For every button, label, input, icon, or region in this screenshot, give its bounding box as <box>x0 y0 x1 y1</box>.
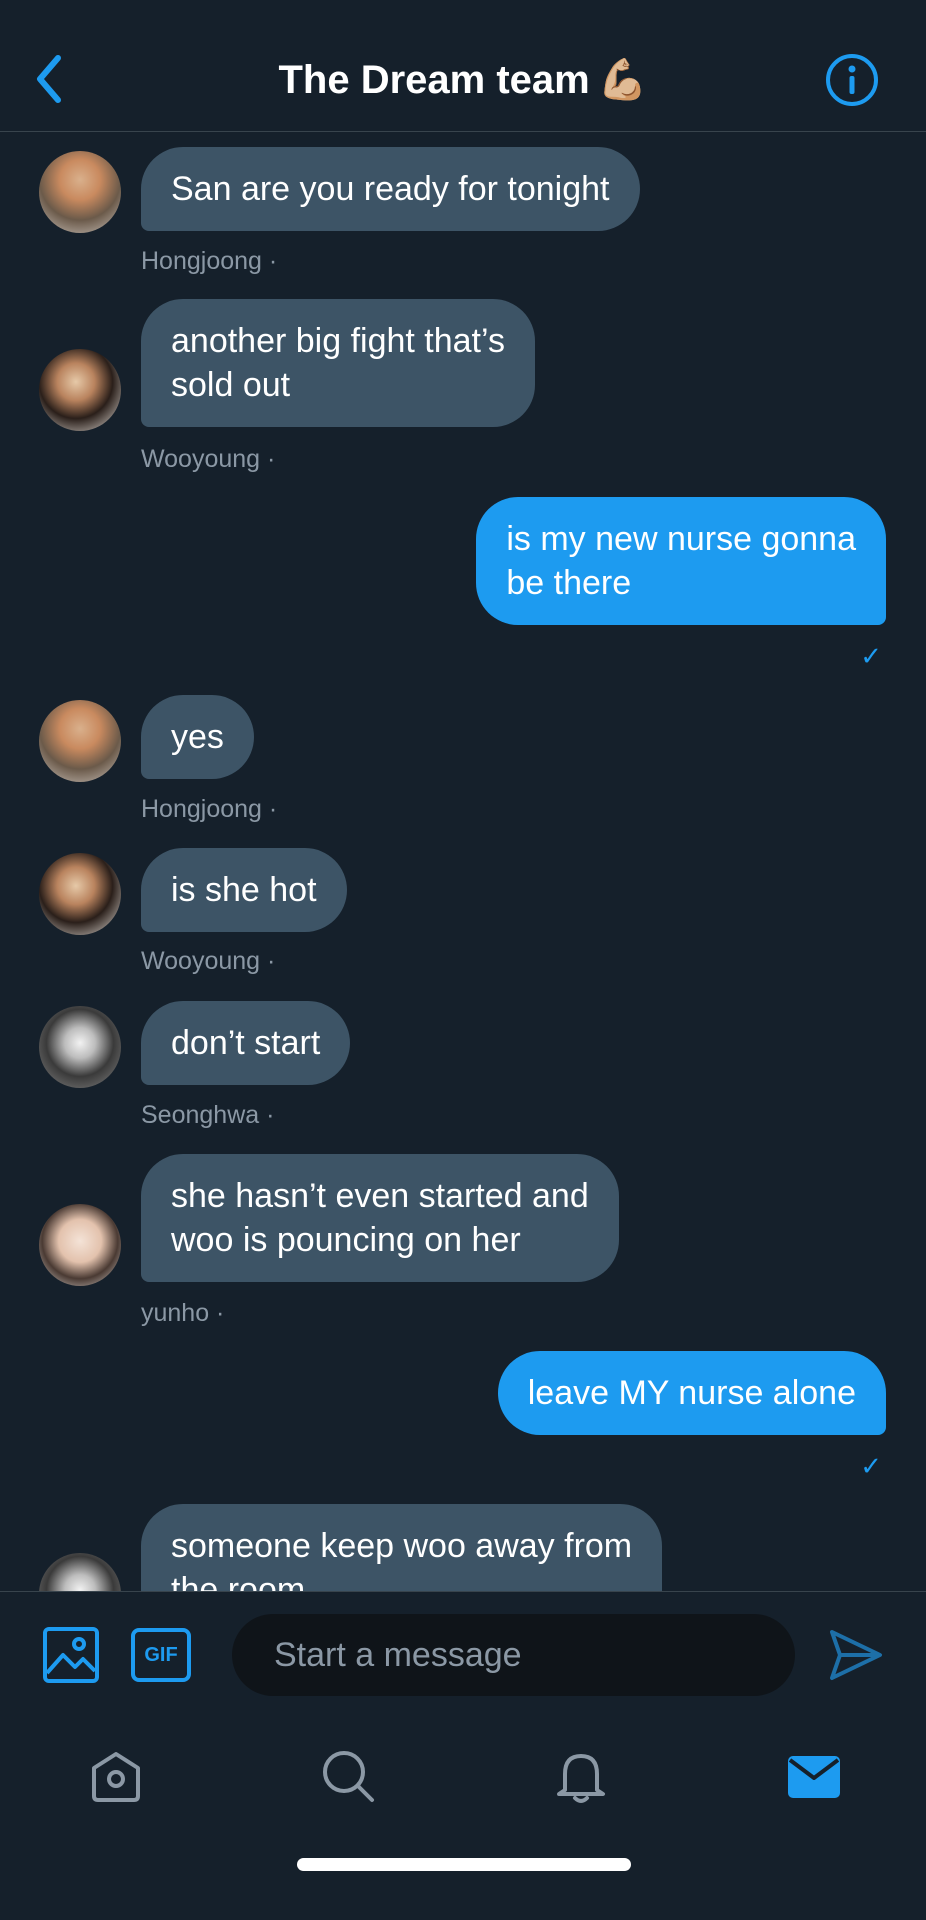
read-receipt-check-icon: ✓ <box>860 1451 882 1481</box>
conversation-title[interactable]: The Dream team 💪🏼 <box>0 56 926 103</box>
avatar-seonghwa[interactable] <box>39 1006 121 1088</box>
send-icon <box>830 1630 882 1680</box>
tab-search[interactable] <box>318 1746 378 1806</box>
message-bubble[interactable]: someone keep woo away from the room <box>141 1504 663 1591</box>
message-bubble[interactable]: yes <box>141 695 254 779</box>
message-bubble[interactable]: another big fight that’s sold out <box>141 299 535 427</box>
avatar-yunho[interactable] <box>39 1204 121 1286</box>
avatar-seonghwa[interactable] <box>39 1553 121 1591</box>
mail-icon <box>788 1756 840 1798</box>
home-indicator[interactable] <box>297 1858 631 1871</box>
message-input[interactable] <box>232 1614 795 1696</box>
message-sender: Wooyoung · <box>141 445 276 473</box>
group-name: The Dream team <box>278 58 590 102</box>
gif-button[interactable]: GIF <box>131 1628 191 1682</box>
bottom-tab-bar <box>0 1716 926 1920</box>
tab-notifications[interactable] <box>551 1746 611 1806</box>
message-bubble[interactable]: is she hot <box>141 848 347 932</box>
info-button[interactable] <box>824 52 880 108</box>
image-icon <box>43 1627 99 1683</box>
add-media-button[interactable] <box>42 1626 100 1684</box>
bell-icon <box>557 1754 605 1803</box>
message-thread[interactable]: San are you ready for tonight Hongjoong … <box>0 133 926 1591</box>
avatar-hongjoong[interactable] <box>39 700 121 782</box>
tab-home[interactable] <box>86 1746 146 1806</box>
search-icon <box>323 1751 374 1802</box>
message-bubble[interactable]: she hasn’t even started and woo is pounc… <box>141 1154 619 1282</box>
read-receipt-check-icon: ✓ <box>860 641 882 671</box>
conversation-header: The Dream team 💪🏼 <box>0 0 926 132</box>
flexed-biceps-emoji: 💪🏼 <box>597 58 648 102</box>
message-bubble-outgoing[interactable]: leave MY nurse alone <box>497 1351 886 1435</box>
message-bubble-outgoing[interactable]: is my new nurse gonna be there <box>476 497 886 625</box>
message-sender: Seonghwa · <box>141 1101 275 1129</box>
avatar-wooyoung[interactable] <box>39 349 121 431</box>
avatar-wooyoung[interactable] <box>39 853 121 935</box>
message-bubble[interactable]: don’t start <box>141 1001 351 1085</box>
message-bubble[interactable]: San are you ready for tonight <box>141 147 640 231</box>
avatar-hongjoong[interactable] <box>39 151 121 233</box>
message-sender: Hongjoong · <box>141 795 278 823</box>
message-composer: GIF <box>0 1591 926 1716</box>
home-icon <box>92 1752 140 1802</box>
send-button[interactable] <box>828 1628 884 1682</box>
message-sender: yunho · <box>141 1299 225 1327</box>
message-sender: Wooyoung · <box>141 947 276 975</box>
tab-messages[interactable] <box>784 1746 844 1806</box>
info-circle-icon <box>826 54 878 106</box>
message-sender: Hongjoong · <box>141 247 278 275</box>
